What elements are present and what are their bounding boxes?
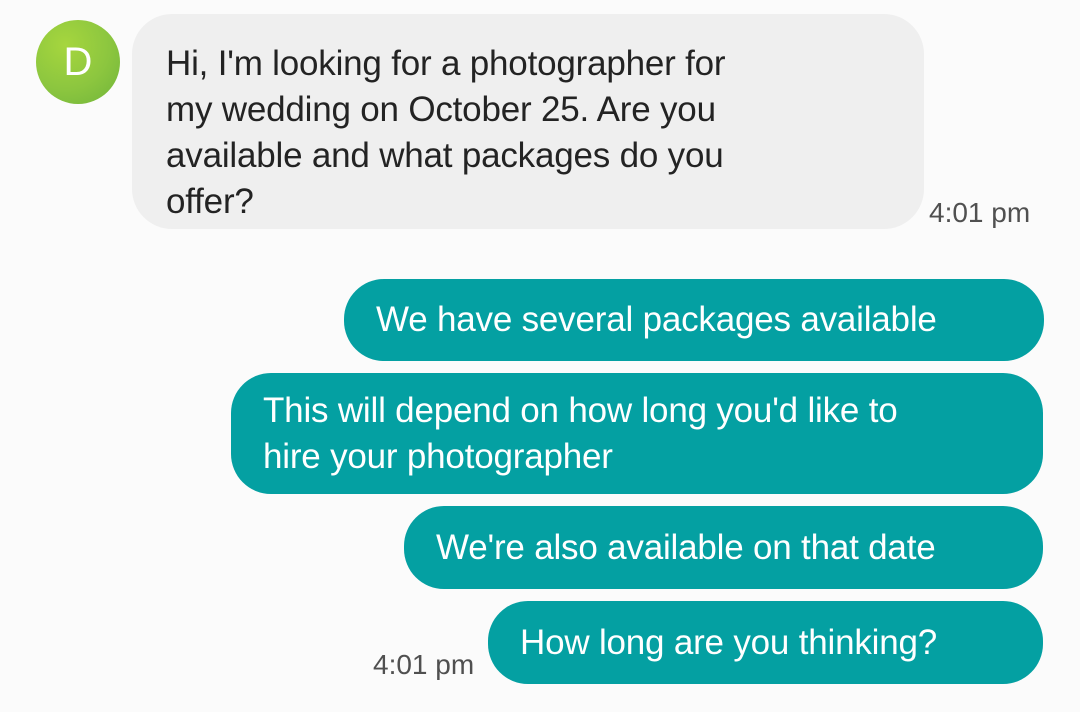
outgoing-message-bubble[interactable]: We have several packages available <box>344 279 1044 361</box>
incoming-message-timestamp: 4:01 pm <box>929 197 1031 228</box>
message-line: my wedding on October 25. Are you <box>166 90 716 129</box>
message-text: We have several packages available <box>376 300 937 339</box>
avatar-initial: D <box>63 40 93 84</box>
outgoing-message-bubble[interactable]: How long are you thinking? <box>488 601 1043 684</box>
message-line: available and what packages do you <box>166 136 724 175</box>
message-line: This will depend on how long you'd like … <box>263 390 898 430</box>
outgoing-message-bubble[interactable]: We're also available on that date <box>404 506 1043 589</box>
contact-avatar[interactable]: D <box>36 20 120 104</box>
conversation-thread: D Hi, I'm looking for a photographer for… <box>0 0 1080 712</box>
incoming-message-bubble[interactable]: Hi, I'm looking for a photographer for m… <box>132 14 924 229</box>
outgoing-message-bubble[interactable]: This will depend on how long you'd like … <box>231 373 1043 494</box>
message-text: How long are you thinking? <box>520 622 938 662</box>
message-line: Hi, I'm looking for a photographer for <box>166 44 726 83</box>
message-text: We're also available on that date <box>436 527 936 567</box>
outgoing-message-timestamp: 4:01 pm <box>373 649 475 680</box>
message-line: hire your photographer <box>263 436 613 476</box>
message-line: offer? <box>166 182 254 221</box>
